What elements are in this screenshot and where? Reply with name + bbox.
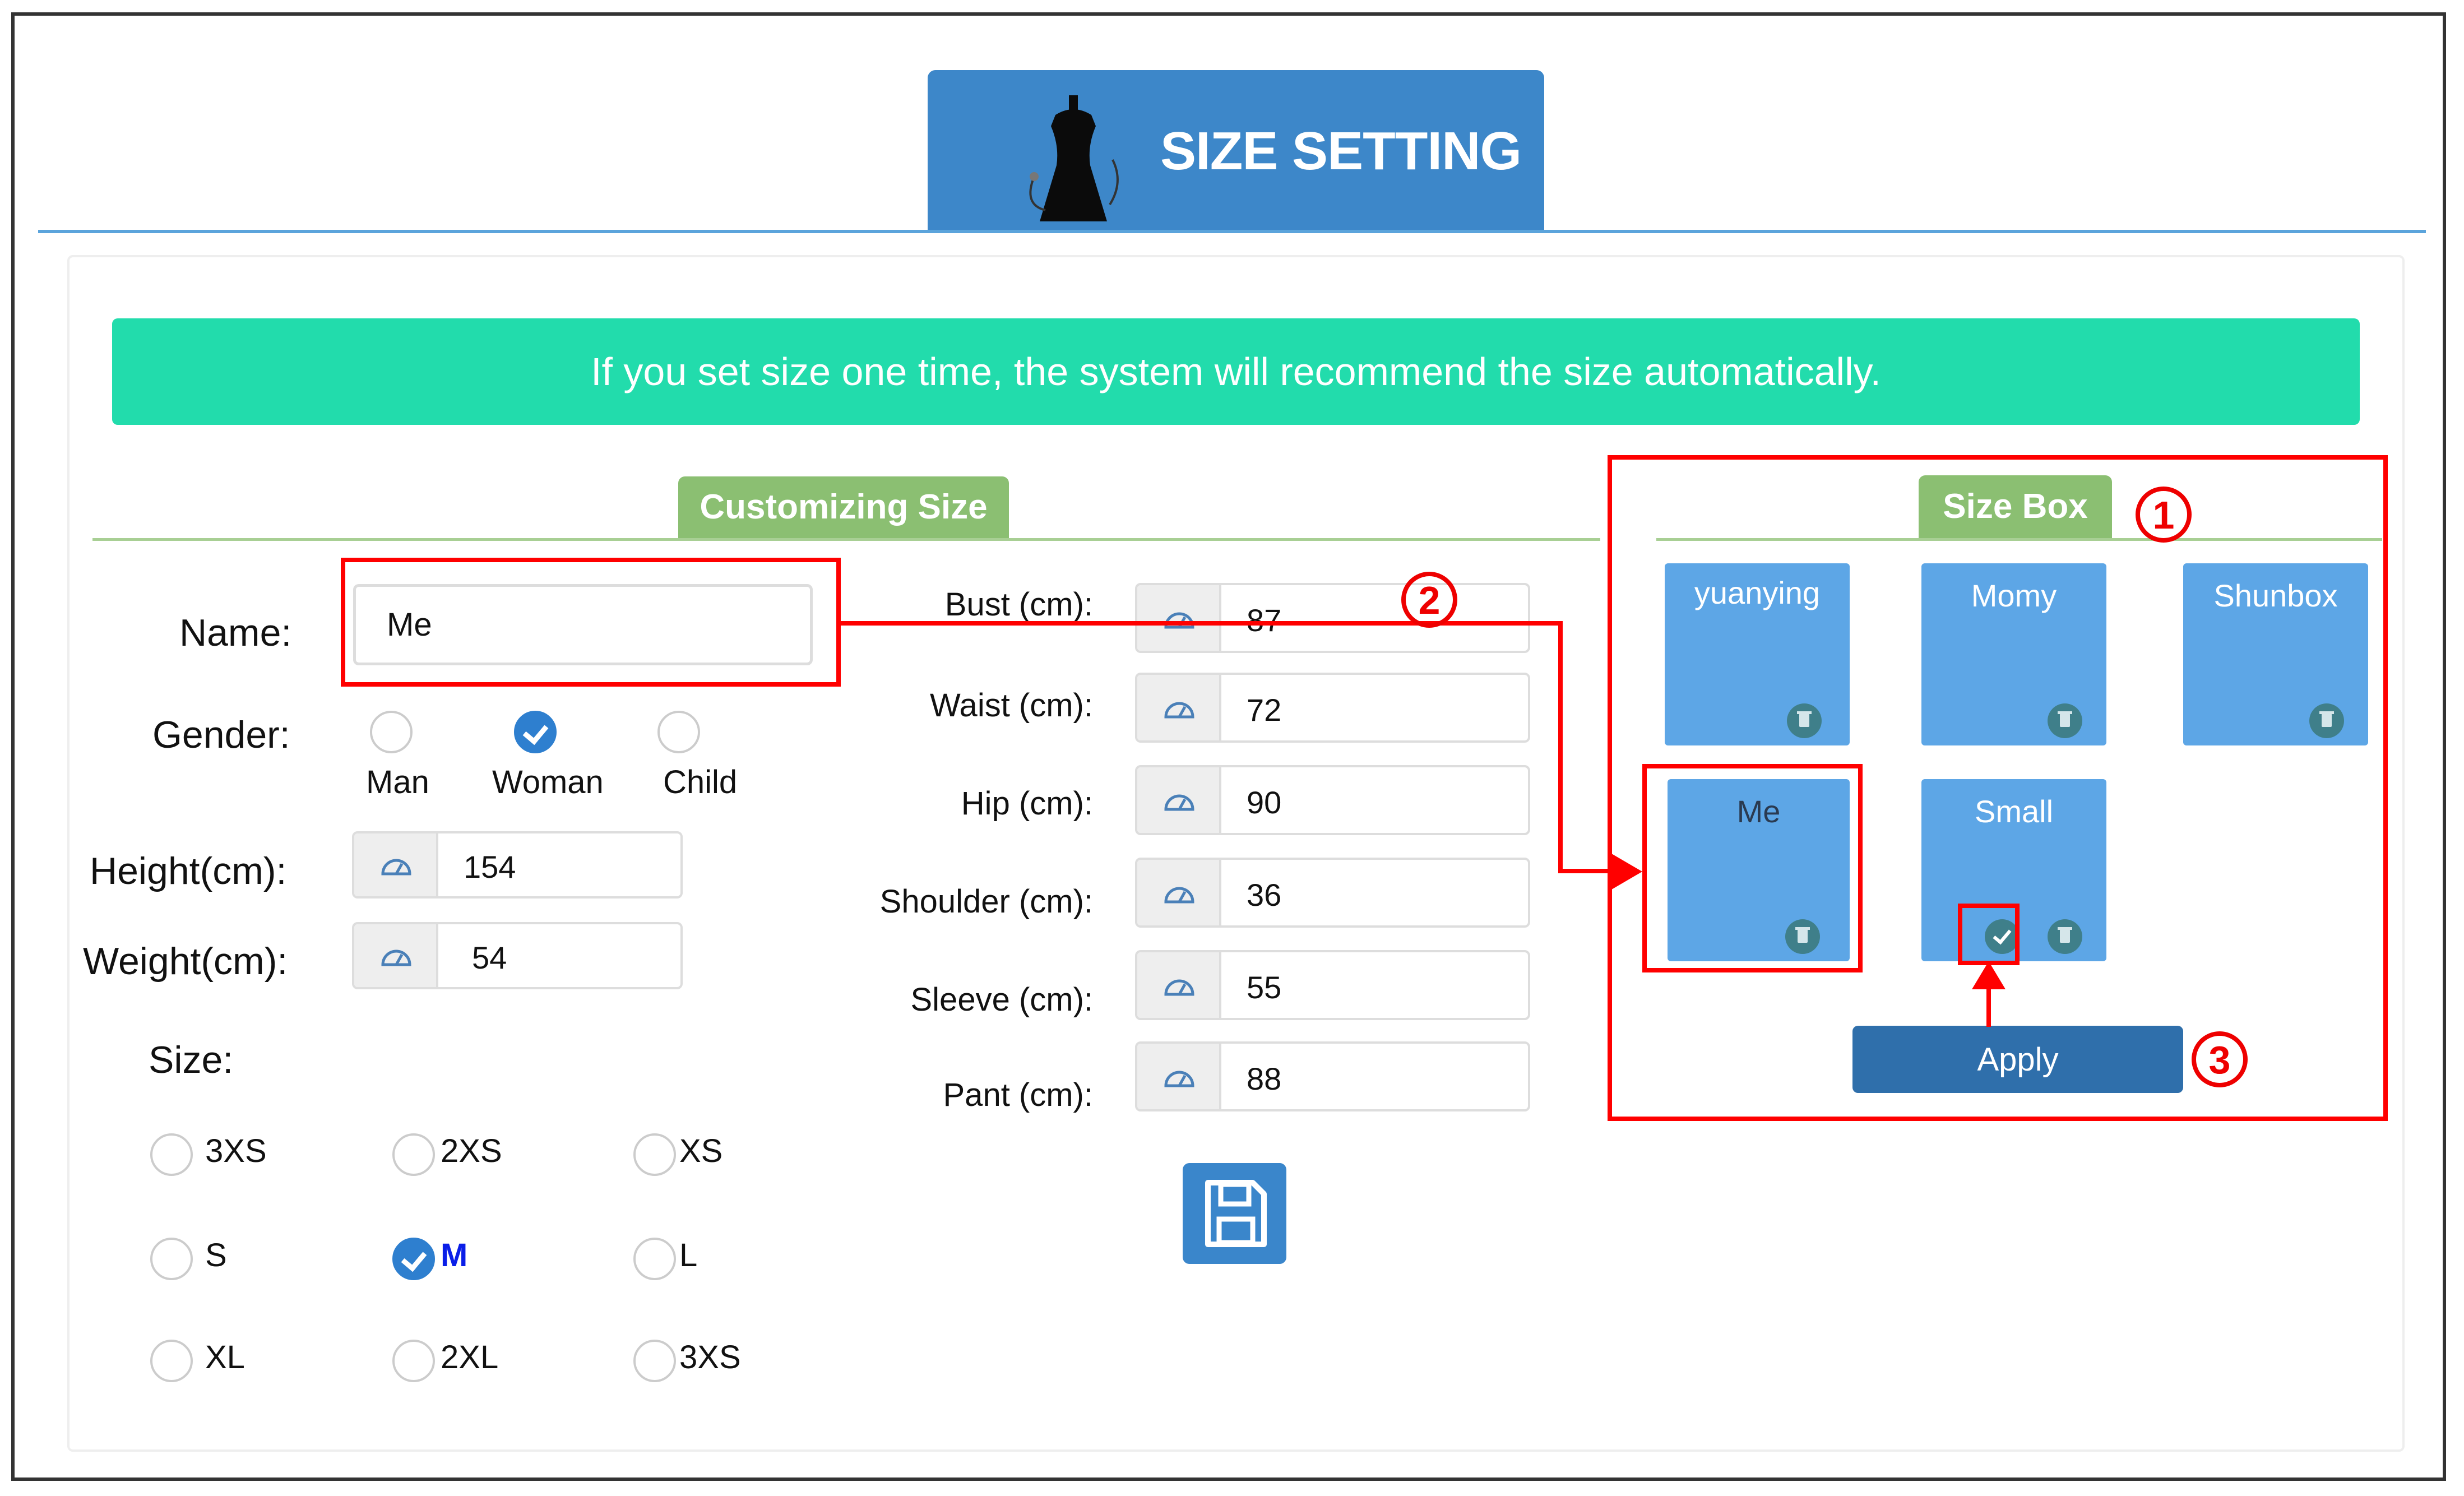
size-option-2xl: 2XL: [441, 1339, 499, 1375]
annotation-arrow-line: [1558, 621, 1563, 873]
size-radio-m[interactable]: [392, 1238, 435, 1280]
weight-value: 54: [472, 940, 507, 975]
size-option-3xs: 3XS: [205, 1133, 267, 1169]
hip-input[interactable]: 90: [1135, 765, 1530, 835]
height-value: 154: [464, 849, 516, 884]
hip-label: Hip (cm):: [961, 785, 1093, 822]
size-radio-2xs[interactable]: [392, 1133, 435, 1176]
size-option-s: S: [205, 1237, 227, 1273]
shoulder-value: 36: [1247, 877, 1282, 913]
gauge-icon-sleeve: [1137, 952, 1221, 1018]
info-banner: If you set size one time, the system wil…: [112, 318, 2360, 425]
height-input[interactable]: 154: [352, 831, 683, 898]
gauge-icon-height: [354, 833, 438, 896]
gauge-icon-hip: [1137, 767, 1221, 833]
size-option-2xs: 2XS: [441, 1133, 502, 1169]
gender-radio-woman[interactable]: [514, 711, 557, 753]
gender-radio-child[interactable]: [657, 711, 700, 753]
size-option-l: L: [679, 1237, 698, 1273]
size-radio-l[interactable]: [633, 1238, 676, 1280]
bust-value: 87: [1247, 603, 1282, 638]
gauge-icon-weight: [354, 924, 438, 987]
floppy-disk-icon: [1205, 1180, 1267, 1247]
shoulder-input[interactable]: 36: [1135, 858, 1530, 928]
gender-radio-man[interactable]: [370, 711, 413, 753]
header-divider: [38, 230, 2426, 233]
annotation-box-check: [1958, 904, 2020, 965]
shoulder-label: Shoulder (cm):: [879, 883, 1093, 920]
save-button[interactable]: [1183, 1163, 1286, 1264]
size-radio-xl[interactable]: [150, 1340, 193, 1382]
sleeve-value: 55: [1247, 970, 1282, 1005]
weight-label: Weight(cm):: [83, 940, 288, 983]
tab-customizing-size[interactable]: Customizing Size: [678, 476, 1009, 538]
pant-value: 88: [1247, 1061, 1282, 1096]
annotation-number-1: 1: [2136, 487, 2192, 543]
gender-option-man: Man: [366, 764, 429, 800]
size-radio-3xs-b[interactable]: [633, 1340, 676, 1382]
annotation-number-3: 3: [2192, 1031, 2248, 1087]
height-label: Height(cm):: [90, 850, 287, 892]
weight-input[interactable]: 54: [352, 922, 683, 989]
gauge-icon-shoulder: [1137, 860, 1221, 925]
size-radio-3xs[interactable]: [150, 1133, 193, 1176]
gauge-icon-bust: [1137, 585, 1221, 651]
size-option-xl: XL: [205, 1339, 245, 1375]
pant-label: Pant (cm):: [943, 1077, 1094, 1113]
gauge-icon-waist: [1137, 675, 1221, 740]
name-label: Name:: [179, 612, 292, 654]
size-option-3xs-b: 3XS: [679, 1339, 741, 1375]
gender-option-woman: Woman: [492, 764, 604, 800]
waist-label: Waist (cm):: [929, 687, 1093, 724]
customizing-divider: [92, 538, 1600, 541]
pant-input[interactable]: 88: [1135, 1041, 1530, 1111]
size-label: Size:: [149, 1039, 234, 1081]
annotation-arrowhead: [1609, 852, 1642, 891]
size-option-m: M: [441, 1237, 468, 1273]
annotation-arrowhead: [1972, 961, 2006, 989]
waist-value: 72: [1247, 692, 1282, 728]
size-radio-s[interactable]: [150, 1238, 193, 1280]
hip-value: 90: [1247, 785, 1282, 820]
page-title: SIZE SETTING: [1160, 121, 1522, 181]
annotation-arrow-line: [841, 621, 1562, 626]
gender-label: Gender:: [152, 714, 290, 756]
annotation-box-name: [341, 558, 841, 687]
size-radio-2xl[interactable]: [392, 1340, 435, 1382]
size-option-xs: XS: [679, 1133, 723, 1169]
sleeve-input[interactable]: 55: [1135, 950, 1530, 1020]
size-radio-xs[interactable]: [633, 1133, 676, 1176]
annotation-box-me: [1642, 764, 1863, 972]
bust-input[interactable]: 87: [1135, 583, 1530, 653]
dress-form-icon: [1029, 95, 1119, 221]
annotation-number-2: 2: [1401, 572, 1457, 628]
gauge-icon-pant: [1137, 1044, 1221, 1109]
sleeve-label: Sleeve (cm):: [910, 981, 1093, 1018]
waist-input[interactable]: 72: [1135, 673, 1530, 743]
